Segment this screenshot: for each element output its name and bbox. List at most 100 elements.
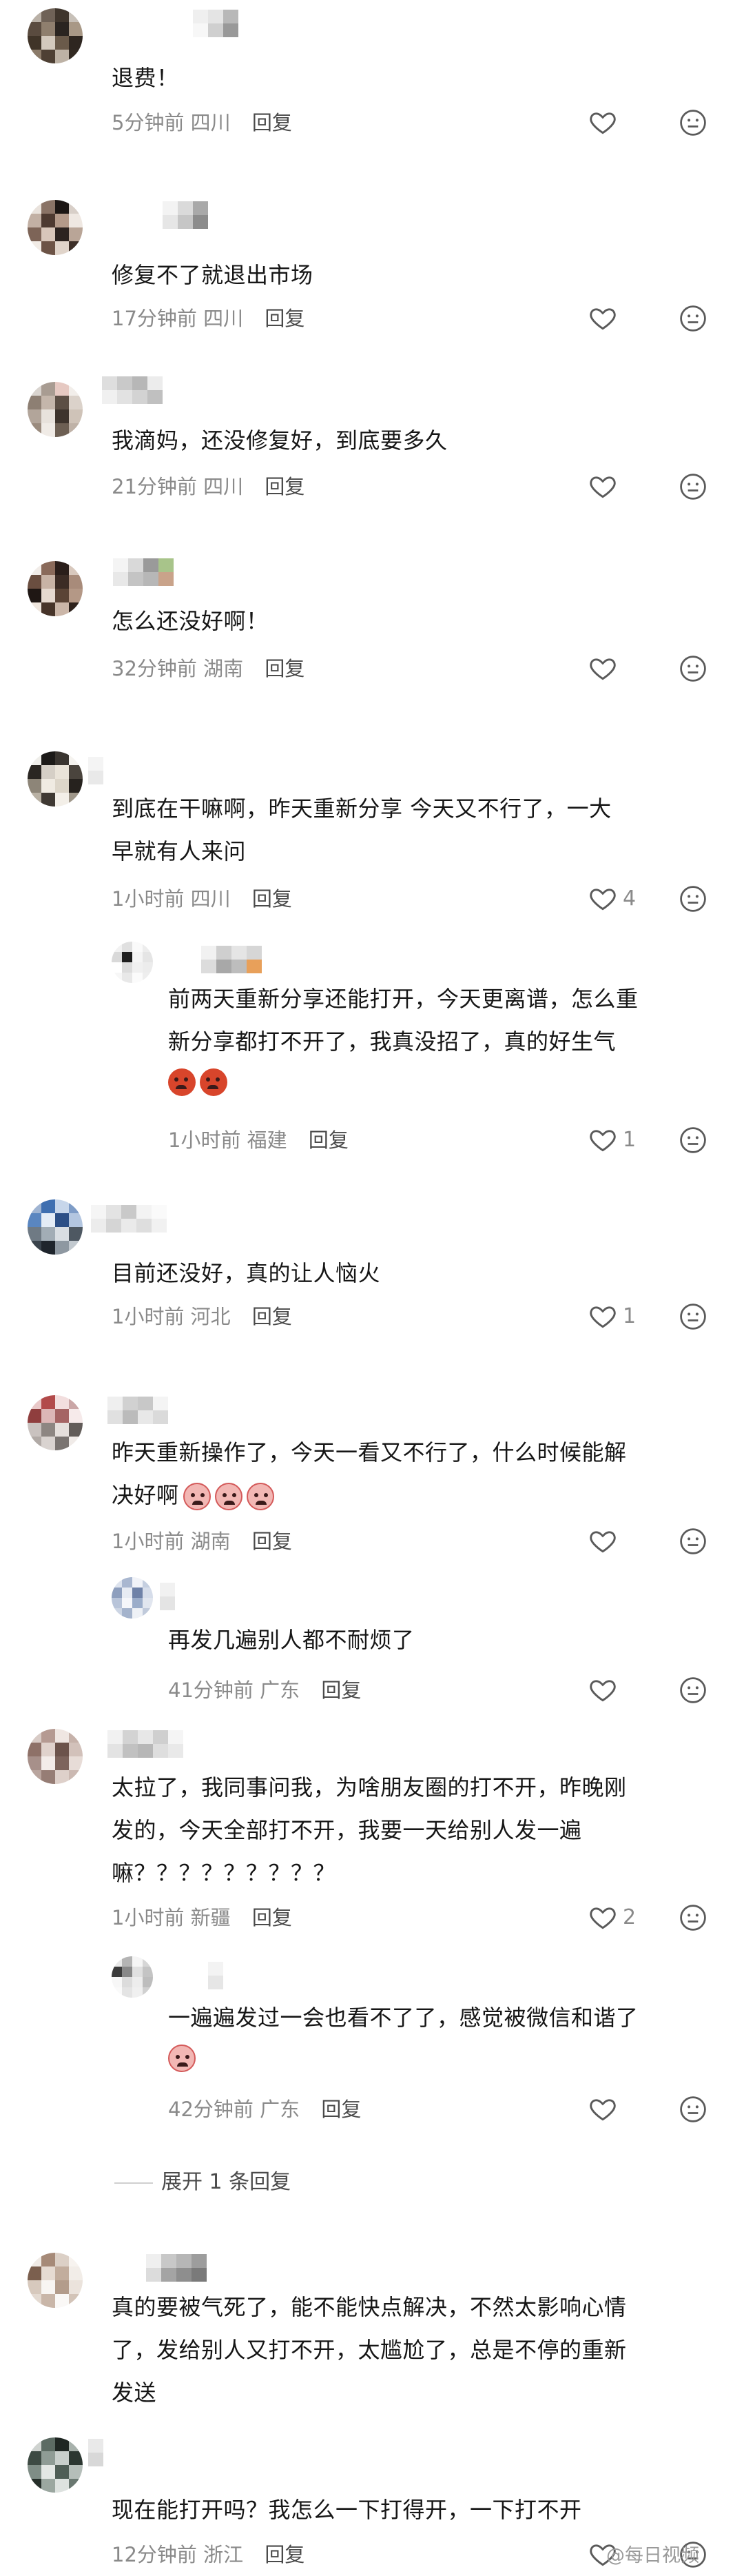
like-count: 2 [623,1905,637,1929]
expand-divider [114,2182,153,2184]
comment-text: 现在能打开吗？我怎么一下打得开，一下打不开 [112,2497,582,2523]
reply-button[interactable]: 回复 [265,2543,304,2566]
comment-meta: 1小时前 河北 回复 [112,1303,292,1330]
reply-button[interactable]: 回复 [265,475,304,498]
reply-button[interactable]: 回复 [252,1305,292,1328]
reply-button[interactable]: 回复 [252,111,292,134]
neutral-face-icon[interactable] [678,1903,708,1933]
avatar[interactable] [28,2437,83,2493]
comment-location: 四川 [203,307,244,330]
reply-button[interactable]: 回复 [265,657,304,680]
like-count: 1 [623,1304,637,1328]
reply-button[interactable]: 回复 [321,2098,361,2121]
username-blurred[interactable] [160,1583,175,1610]
comment-time: 21分钟前 [112,475,197,498]
reply-text: 前两天重新分享还能打开，今天更离谱，怎么重 新分享都打不开了，我真没招了，真的好… [168,977,639,1099]
avatar[interactable] [28,8,83,63]
comment-meta: 1小时前 新疆 回复 [112,1904,292,1931]
avatar[interactable] [28,1199,83,1255]
comment-meta: 1小时前 湖南 回复 [112,1528,292,1555]
username-blurred[interactable] [107,1730,183,1758]
avatar[interactable] [28,751,83,807]
avatar[interactable] [28,1395,83,1450]
reply-time: 42分钟前 [168,2098,254,2121]
comment-text-line: 早就有人来问 [112,838,247,864]
comment-meta: 32分钟前 湖南 回复 [112,655,304,682]
neutral-face-icon[interactable] [678,1675,708,1705]
heart-outline-icon[interactable] [587,1526,619,1556]
heart-outline-icon[interactable] [587,884,619,914]
comment-time: 32分钟前 [112,657,197,680]
comment-meta: 17分钟前 四川 回复 [112,305,304,332]
neutral-face-icon[interactable] [678,653,708,684]
comment-text: 太拉了，我同事问我，为啥朋友圈的打不开，昨晚刚 发的，今天全部打不开，我要一天给… [112,1766,627,1894]
comment-text-line: 嘛？？？？？？？？？ [112,1860,336,1886]
comment-location: 湖南 [203,657,244,680]
expand-replies-button[interactable]: 展开 1 条回复 [161,2169,291,2196]
avatar[interactable] [28,2253,83,2308]
reply-time: 1小时前 [168,1128,241,1152]
username-blurred[interactable] [201,946,262,973]
username-blurred[interactable] [91,1205,167,1233]
username-blurred[interactable] [102,376,163,404]
reply-text-line: 新分享都打不开了，我真没招了，真的好生气 [168,1028,617,1055]
username-blurred[interactable] [88,757,103,784]
comment-text: 到底在干嘛啊，昨天重新分享 今天又不行了，一大 早就有人来问 [112,787,612,873]
username-blurred[interactable] [146,2254,207,2282]
comment-text: 我滴妈，还没修复好，到底要多久 [112,427,448,454]
heart-outline-icon[interactable] [587,1903,619,1933]
like-count: 1 [623,1128,637,1152]
heart-outline-icon[interactable] [587,2094,619,2124]
reply-button[interactable]: 回复 [252,1906,292,1929]
reply-meta: 42分钟前 广东 回复 [168,2096,361,2123]
reply-avatar[interactable] [112,942,153,983]
avatar[interactable] [28,561,83,616]
comment-time: 17分钟前 [112,307,197,330]
username-blurred[interactable] [193,10,238,37]
neutral-face-icon[interactable] [678,1301,708,1332]
heart-outline-icon[interactable] [587,1675,619,1705]
comment-location: 河北 [190,1305,231,1328]
username-blurred[interactable] [107,1397,168,1424]
neutral-face-icon[interactable] [678,884,708,914]
reply-button[interactable]: 回复 [265,307,304,330]
reply-location: 广东 [260,2098,300,2121]
avatar[interactable] [28,200,83,255]
reply-button[interactable]: 回复 [252,887,292,911]
neutral-face-icon[interactable] [678,303,708,334]
reply-avatar[interactable] [112,1956,153,1998]
username-blurred[interactable] [163,201,208,229]
crying-face-emoji [214,1483,242,1510]
reply-button[interactable]: 回复 [321,1679,361,1702]
avatar[interactable] [28,1729,83,1784]
reply-avatar[interactable] [112,1577,153,1619]
heart-outline-icon[interactable] [587,108,619,138]
heart-outline-icon[interactable] [587,471,619,502]
heart-outline-icon[interactable] [587,1125,619,1155]
comment-meta: 1小时前 四川 回复 [112,885,292,913]
heart-outline-icon[interactable] [587,1301,619,1332]
reply-button[interactable]: 回复 [252,1530,292,1553]
heart-outline-icon[interactable] [587,653,619,684]
heart-outline-icon[interactable] [587,303,619,334]
reply-text: 一遍遍发过一会也看不了了，感觉被微信和谐了 [168,1996,639,2075]
comment-text-line: 了，发给别人又打不开，太尴尬了，总是不停的重新 [112,2337,627,2363]
avatar[interactable] [28,382,83,437]
username-blurred[interactable] [88,2439,103,2466]
neutral-face-icon[interactable] [678,1526,708,1556]
reply-location: 广东 [260,1679,300,1702]
comment-text: 修复不了就退出市场 [112,262,313,288]
neutral-face-icon[interactable] [678,471,708,502]
comment-text-line: 太拉了，我同事问我，为啥朋友圈的打不开，昨晚刚 [112,1774,627,1801]
comment-meta: 5分钟前 四川 回复 [112,109,292,136]
comment-location: 四川 [203,475,244,498]
username-blurred[interactable] [208,1962,223,1989]
neutral-face-icon[interactable] [678,2094,708,2124]
neutral-face-icon[interactable] [678,108,708,138]
crying-face-emoji [246,1483,274,1510]
username-blurred[interactable] [113,558,174,586]
comment-location: 浙江 [203,2543,244,2566]
crying-face-emoji [168,2045,196,2072]
reply-button[interactable]: 回复 [309,1128,349,1152]
neutral-face-icon[interactable] [678,1125,708,1155]
